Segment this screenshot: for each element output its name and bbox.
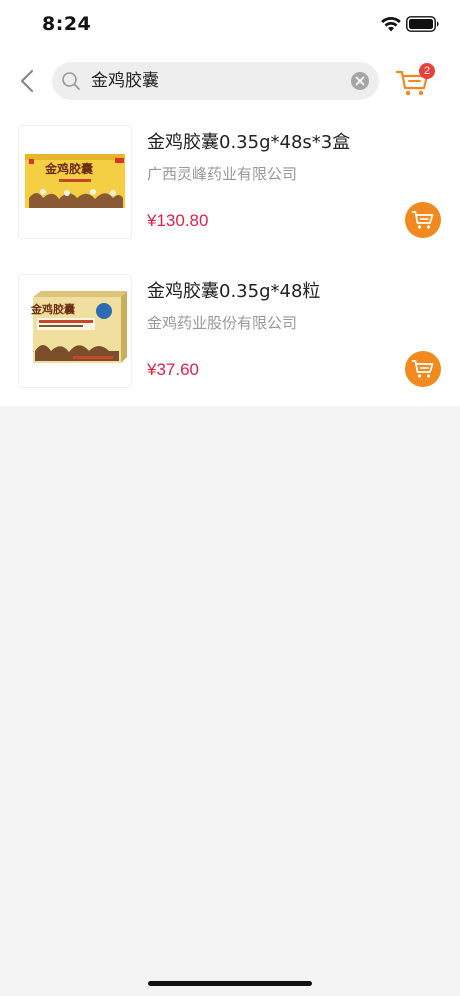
product-manufacturer: 金鸡药业股份有限公司 <box>147 314 298 332</box>
add-to-cart-icon <box>411 360 434 378</box>
search-bar[interactable]: 金鸡胶囊 <box>52 62 379 100</box>
home-indicator <box>148 981 312 986</box>
add-to-cart-icon <box>411 211 434 229</box>
back-button[interactable] <box>14 64 40 98</box>
status-bar: 8:24 <box>0 0 460 50</box>
wifi-icon <box>381 16 401 32</box>
product-item[interactable]: 金鸡胶囊 金鸡胶囊0.35g*48s*3盒 广西灵峰药业有限公司 ¥130.80 <box>0 125 460 265</box>
product-price: ¥130.80 <box>147 211 209 230</box>
product-image[interactable]: 金鸡胶囊 <box>18 274 132 388</box>
product-box-image: 金鸡胶囊 <box>30 291 127 363</box>
back-arrow-icon <box>20 69 34 93</box>
content-area: 8:24 金鸡胶囊 2 金鸡胶囊 金鸡胶囊0.35g*48s*3盒 广西灵峰药业… <box>0 0 460 406</box>
svg-text:金鸡胶囊: 金鸡胶囊 <box>44 161 94 176</box>
status-time: 8:24 <box>42 13 92 35</box>
search-icon <box>62 72 80 90</box>
product-item[interactable]: 金鸡胶囊 金鸡胶囊0.35g*48粒 金鸡药业股份有限公司 ¥37.60 <box>0 274 460 414</box>
product-name[interactable]: 金鸡胶囊0.35g*48粒 <box>147 277 320 303</box>
search-input[interactable]: 金鸡胶囊 <box>91 70 159 92</box>
product-image[interactable]: 金鸡胶囊 <box>18 125 132 239</box>
product-manufacturer: 广西灵峰药业有限公司 <box>147 165 298 183</box>
add-to-cart-button[interactable] <box>405 351 441 387</box>
product-name[interactable]: 金鸡胶囊0.35g*48s*3盒 <box>147 128 350 154</box>
add-to-cart-button[interactable] <box>405 202 441 238</box>
battery-icon <box>406 16 439 32</box>
svg-text:金鸡胶囊: 金鸡胶囊 <box>30 302 76 316</box>
clear-icon[interactable] <box>350 71 370 91</box>
product-price: ¥37.60 <box>147 360 199 379</box>
cart-badge: 2 <box>419 63 435 79</box>
product-box-image: 金鸡胶囊 <box>25 154 125 208</box>
